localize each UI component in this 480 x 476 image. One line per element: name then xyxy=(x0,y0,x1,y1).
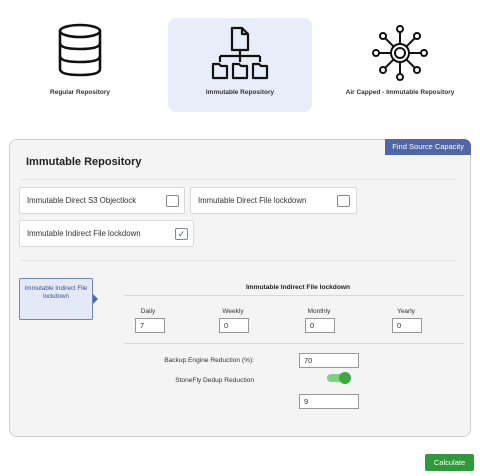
panel-title: Immutable Repository xyxy=(26,156,142,168)
indirect-file-lockdown-tab[interactable]: Immutable Indirect File lockdown xyxy=(19,278,93,320)
air-capped-repository-card[interactable]: Air Capped - Immutable Repository xyxy=(330,18,470,112)
immutable-repository-panel: Find Source Capacity Immutable Repositor… xyxy=(9,139,471,437)
regular-repository-card[interactable]: Regular Repository xyxy=(10,18,150,112)
retention-section-title: Immutable Indirect File lockdown xyxy=(245,284,351,291)
immutable-repository-card[interactable]: Immutable Repository xyxy=(168,18,312,112)
find-source-capacity-button[interactable]: Find Source Capacity xyxy=(385,139,471,155)
backup-engine-reduction-input[interactable] xyxy=(299,353,359,368)
weekly-input[interactable] xyxy=(219,318,249,333)
repository-type-selector: Regular Repository Immutable Repository xyxy=(0,18,480,112)
yearly-input[interactable] xyxy=(392,318,422,333)
retention-title-divider xyxy=(124,295,464,296)
backup-engine-reduction-label: Backup Engine Reduction (%): xyxy=(164,357,254,364)
daily-input[interactable] xyxy=(135,318,165,333)
daily-label: Daily xyxy=(140,308,156,315)
air-capped-repository-label: Air Capped - Immutable Repository xyxy=(345,89,455,96)
dedup-reduction-input[interactable] xyxy=(299,394,359,409)
s3-objectlock-checkbox[interactable] xyxy=(166,195,179,207)
option-indirect-file-lockdown[interactable]: Immutable Indirect File lockdown ✓ xyxy=(19,220,194,247)
immutable-repository-label: Immutable Repository xyxy=(205,89,275,96)
retention-divider xyxy=(124,343,464,344)
title-divider xyxy=(20,179,456,180)
tab-arrow-icon xyxy=(93,294,98,304)
regular-repository-label: Regular Repository xyxy=(50,89,110,96)
weekly-label: Weekly xyxy=(222,308,244,315)
database-icon xyxy=(58,23,102,77)
hub-network-icon xyxy=(372,25,428,81)
dedup-reduction-toggle[interactable] xyxy=(327,372,351,384)
yearly-label: Yearly xyxy=(397,308,415,315)
dedup-reduction-label: StoneFly Dedup Reduction xyxy=(175,377,254,384)
folder-tree-icon xyxy=(211,26,269,80)
option-s3-objectlock-label: Immutable Direct S3 Objectlock xyxy=(27,196,137,205)
calculate-button[interactable]: Calculate xyxy=(425,454,474,471)
monthly-input[interactable] xyxy=(305,318,335,333)
option-direct-file-lockdown-label: Immutable Direct File lockdown xyxy=(198,196,307,205)
option-direct-file-lockdown[interactable]: Immutable Direct File lockdown xyxy=(190,187,357,214)
options-divider xyxy=(20,260,456,261)
monthly-label: Monthly xyxy=(307,308,331,315)
direct-file-lockdown-checkbox[interactable] xyxy=(337,195,350,207)
indirect-file-lockdown-checkbox[interactable]: ✓ xyxy=(175,228,188,240)
option-indirect-file-lockdown-label: Immutable Indirect File lockdown xyxy=(27,229,141,238)
toggle-knob xyxy=(339,372,351,384)
option-s3-objectlock[interactable]: Immutable Direct S3 Objectlock xyxy=(19,187,185,214)
